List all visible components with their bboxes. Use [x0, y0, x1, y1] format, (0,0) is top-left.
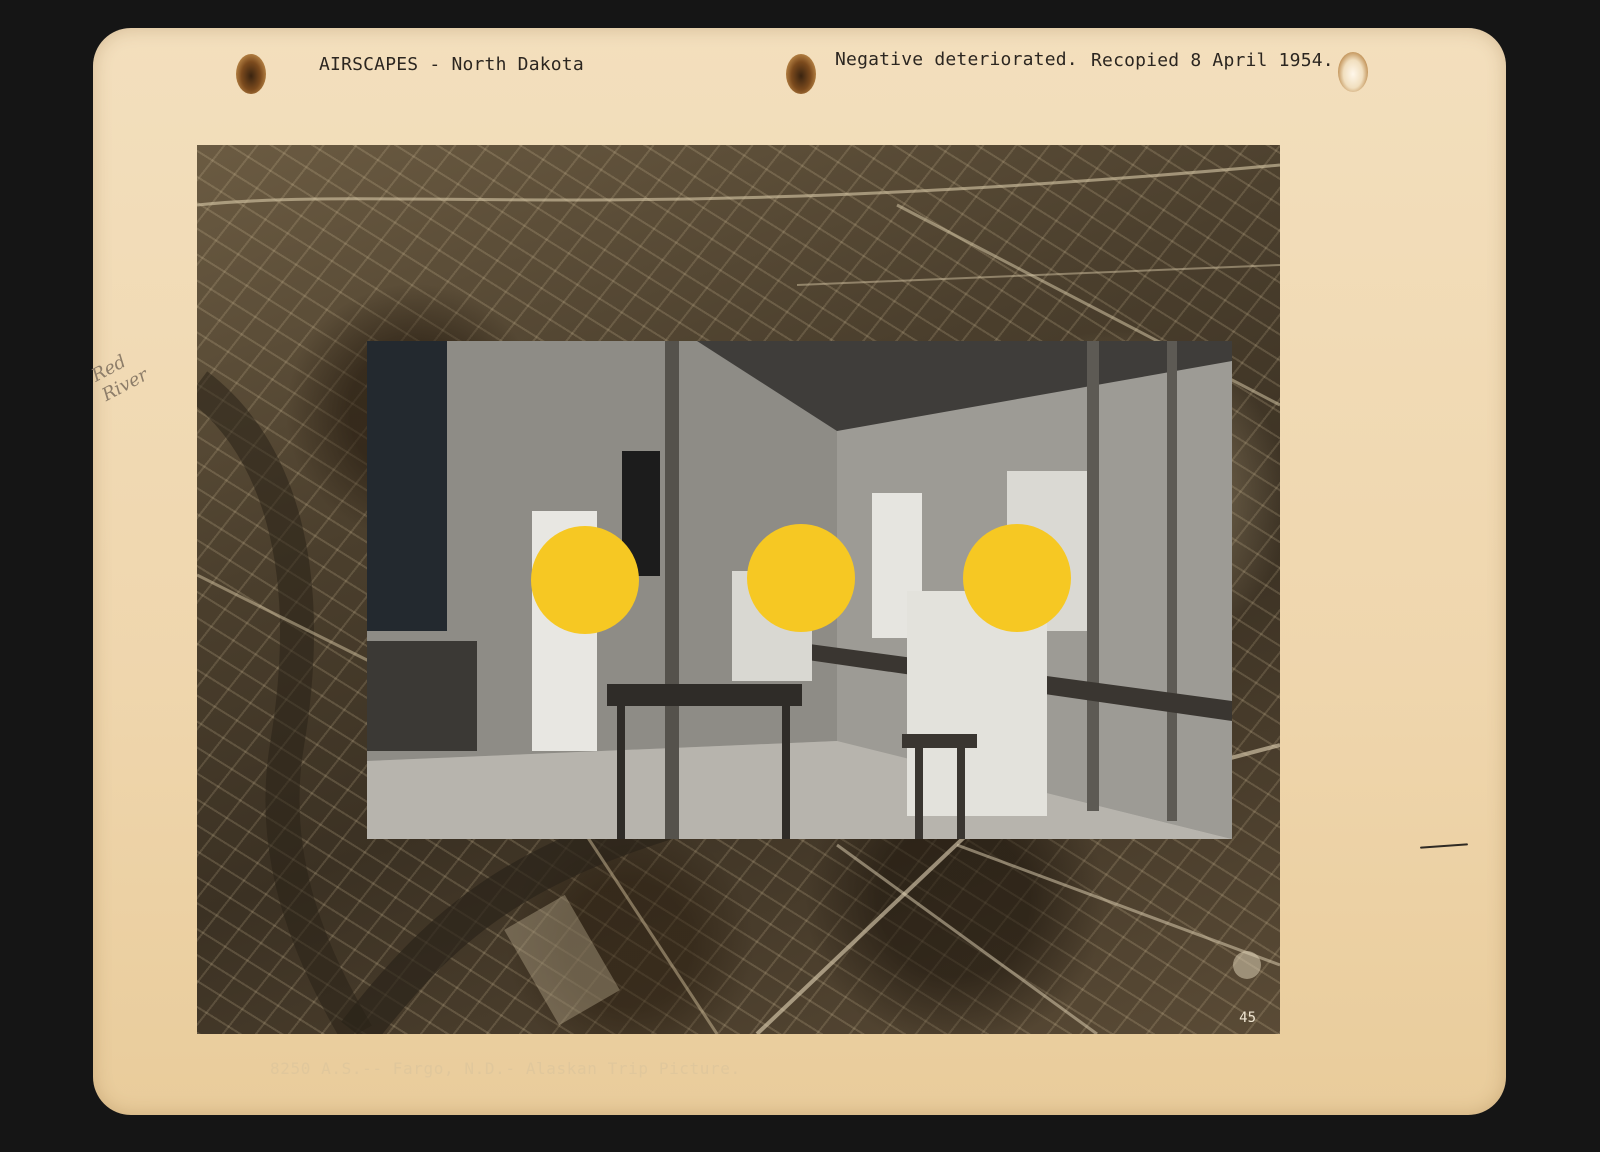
face-redaction-dot-1: [531, 526, 639, 634]
photo-caption: 8250 A.S.-- Fargo, N.D.- Alaskan Trip Pi…: [270, 1059, 741, 1078]
face-redaction-dot-2: [747, 524, 855, 632]
punch-hole-left: [236, 54, 266, 94]
punch-hole-right: [1338, 52, 1368, 92]
frame-number: 45: [1239, 1010, 1256, 1026]
punch-hole-center: [786, 54, 816, 94]
face-redaction-dot-3: [963, 524, 1071, 632]
deterioration-note: Negative deteriorated.: [835, 49, 1078, 70]
card-title: AIRSCAPES - North Dakota: [319, 54, 584, 75]
recopied-date: Recopied 8 April 1954.: [1091, 50, 1334, 71]
laboratory-photograph: [367, 341, 1232, 839]
